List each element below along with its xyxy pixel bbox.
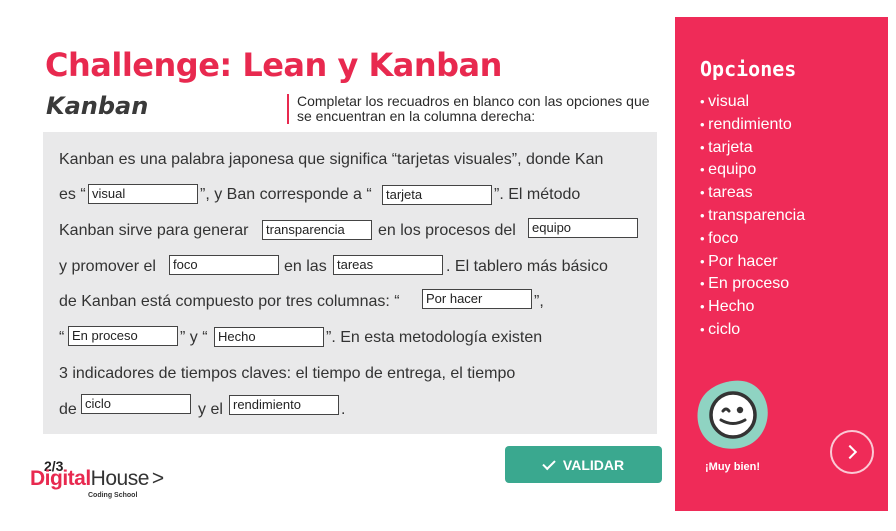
- blank-input[interactable]: tarjeta: [382, 185, 492, 205]
- logo: DigitalHouse >: [30, 467, 164, 490]
- exercise-text: ”, y Ban corresponde a “: [200, 186, 372, 203]
- praise-text: ¡Muy bien!: [705, 461, 760, 473]
- blank-input[interactable]: Por hacer: [422, 289, 532, 309]
- blank-input[interactable]: Hecho: [214, 327, 324, 347]
- options-panel: Opciones visual rendimiento tarjeta equi…: [675, 17, 888, 511]
- exercise-text: y el: [198, 401, 223, 418]
- options-title: Opciones: [700, 57, 797, 81]
- blank-input[interactable]: visual: [88, 184, 198, 204]
- option-item[interactable]: Por hacer: [700, 251, 805, 274]
- blank-input[interactable]: ciclo: [81, 394, 191, 414]
- exercise-text: en las: [284, 258, 327, 275]
- check-icon: [542, 456, 556, 470]
- blank-input[interactable]: En proceso: [68, 326, 178, 346]
- option-item[interactable]: visual: [700, 91, 805, 114]
- exercise-text: ”,: [534, 293, 544, 310]
- exercise-text: de Kanban está compuesto por tres column…: [59, 293, 400, 310]
- exercise-text: Kanban sirve para generar: [59, 222, 249, 239]
- logo-tagline: Coding School: [88, 492, 138, 499]
- exercise-text: . El tablero más básico: [446, 258, 608, 275]
- options-list: visual rendimiento tarjeta equipo tareas…: [700, 91, 805, 342]
- blank-input[interactable]: tareas: [333, 255, 443, 275]
- option-item[interactable]: tarjeta: [700, 137, 805, 160]
- exercise-text: ”. El método: [494, 186, 581, 203]
- page-title: Challenge: Lean y Kanban: [45, 46, 502, 84]
- exercise-text: 3 indicadores de tiempos claves: el tiem…: [59, 365, 516, 382]
- exercise-text: y promover el: [59, 258, 156, 275]
- instructions-text: Completar los recuadros en blanco con la…: [287, 94, 667, 124]
- winking-face-icon: [697, 380, 768, 449]
- chevron-right-icon: [842, 444, 858, 460]
- option-item[interactable]: Hecho: [700, 296, 805, 319]
- blank-input[interactable]: transparencia: [262, 220, 372, 240]
- exercise-text: de: [59, 401, 77, 418]
- exercise-text: es “: [59, 186, 86, 203]
- exercise-text: “: [59, 329, 65, 346]
- option-item[interactable]: transparencia: [700, 205, 805, 228]
- validate-label: VALIDAR: [562, 456, 625, 473]
- option-item[interactable]: equipo: [700, 159, 805, 182]
- exercise-text: en los procesos del: [378, 222, 516, 239]
- blank-input[interactable]: equipo: [528, 218, 638, 238]
- exercise-panel: Kanban es una palabra japonesa que signi…: [43, 132, 657, 434]
- blank-input[interactable]: foco: [169, 255, 279, 275]
- exercise-text: .: [341, 401, 346, 418]
- option-item[interactable]: tareas: [700, 182, 805, 205]
- exercise-text: Kanban es una palabra japonesa que signi…: [59, 151, 604, 168]
- option-item[interactable]: foco: [700, 228, 805, 251]
- exercise-text: ” y “: [180, 329, 208, 346]
- validate-button[interactable]: VALIDAR: [505, 446, 662, 483]
- next-button[interactable]: [830, 430, 874, 474]
- page-subtitle: Kanban: [46, 92, 149, 120]
- blank-input[interactable]: rendimiento: [229, 395, 339, 415]
- option-item[interactable]: rendimiento: [700, 114, 805, 137]
- exercise-text: ”. En esta metodología existen: [326, 329, 543, 346]
- option-item[interactable]: En proceso: [700, 273, 805, 296]
- option-item[interactable]: ciclo: [700, 319, 805, 342]
